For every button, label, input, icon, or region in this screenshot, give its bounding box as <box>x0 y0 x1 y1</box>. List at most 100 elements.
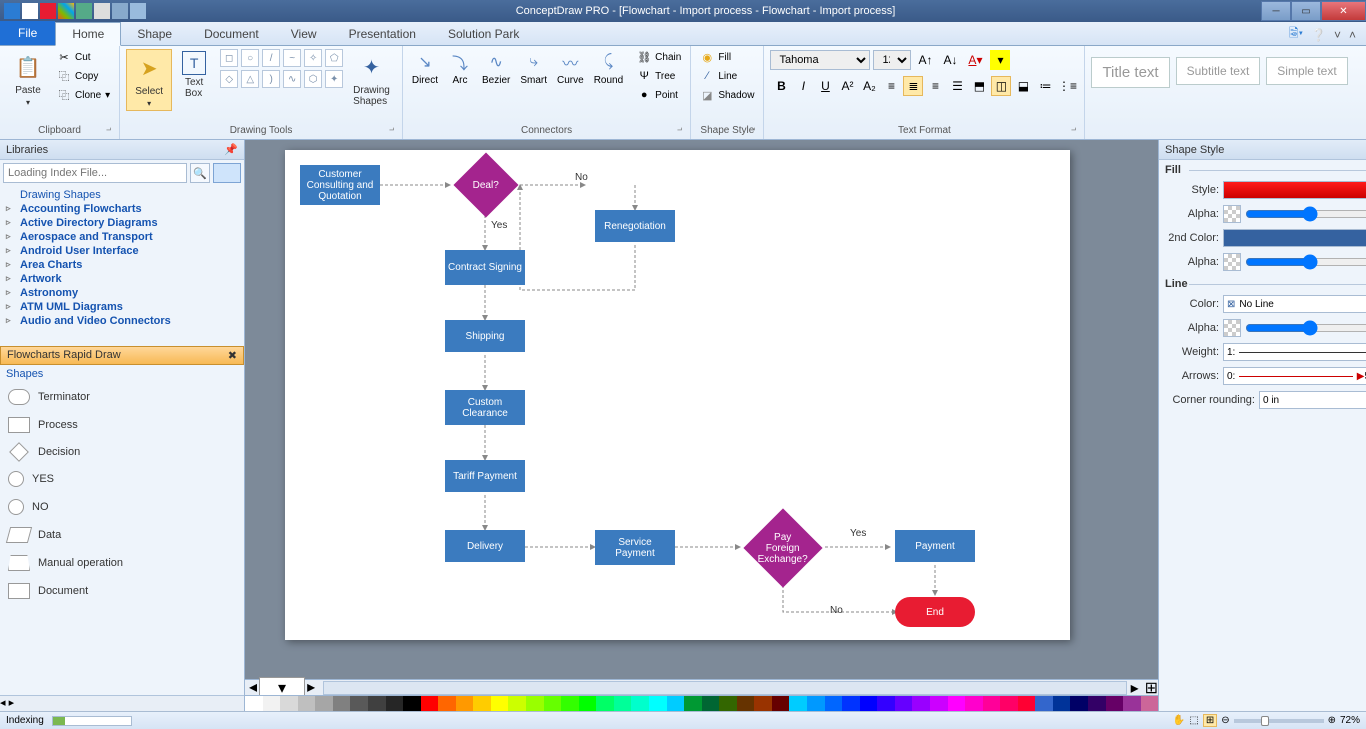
color-bar[interactable] <box>245 695 1158 711</box>
color-swatch[interactable] <box>561 696 579 711</box>
connector-tree[interactable]: ΨTree <box>634 68 684 84</box>
color-swatch[interactable] <box>895 696 913 711</box>
underline-button[interactable]: U <box>815 76 835 96</box>
simple-placeholder[interactable]: Simple text <box>1266 57 1347 85</box>
color-swatch[interactable] <box>948 696 966 711</box>
color-swatch[interactable] <box>737 696 755 711</box>
shape-tool-grid[interactable]: ◻○/~✧⬠ ◇△)∿⬡✦ <box>220 49 343 88</box>
help-icon[interactable]: ❔ <box>1311 28 1326 42</box>
node-clearance[interactable]: Custom Clearance <box>445 390 525 425</box>
font-family-select[interactable]: Tahoma <box>770 50 870 70</box>
bold-button[interactable]: B <box>771 76 791 96</box>
node-end[interactable]: End <box>895 597 975 627</box>
shape-document[interactable]: Document <box>0 577 244 605</box>
color-swatch[interactable] <box>1106 696 1124 711</box>
search-button[interactable]: 🔍 <box>190 163 210 183</box>
maximize-button[interactable]: ▭ <box>1291 1 1321 21</box>
subtitle-placeholder[interactable]: Subtitle text <box>1176 57 1261 85</box>
align-justify-button[interactable]: ☰ <box>947 76 967 96</box>
align-left-button[interactable]: ≡ <box>881 76 901 96</box>
snap-tool-icon[interactable]: ⊞ <box>1203 714 1217 727</box>
decrease-font-icon[interactable]: A↓ <box>940 50 960 70</box>
color-swatch[interactable] <box>877 696 895 711</box>
color-swatch[interactable] <box>456 696 474 711</box>
color-swatch[interactable] <box>491 696 509 711</box>
color-swatch[interactable] <box>825 696 843 711</box>
connector-curve[interactable]: 〰Curve <box>554 49 587 87</box>
color-swatch[interactable] <box>245 696 263 711</box>
color-swatch[interactable] <box>298 696 316 711</box>
align-right-button[interactable]: ≡ <box>925 76 945 96</box>
node-service[interactable]: Service Payment <box>595 530 675 565</box>
color-swatch[interactable] <box>965 696 983 711</box>
horizontal-scrollbar[interactable]: ◂▾▸ ▸⊞ <box>245 679 1158 695</box>
align-center-button[interactable]: ≣ <box>903 76 923 96</box>
valign-top-button[interactable]: ⬒ <box>969 76 989 96</box>
textbox-tool[interactable]: TText Box <box>176 49 212 101</box>
shadow-button[interactable]: ◪Shadow <box>697 87 757 103</box>
node-contract[interactable]: Contract Signing <box>445 250 525 285</box>
italic-button[interactable]: I <box>793 76 813 96</box>
color-swatch[interactable] <box>702 696 720 711</box>
tab-document[interactable]: Document <box>188 23 275 45</box>
color-swatch[interactable] <box>912 696 930 711</box>
color-swatch[interactable] <box>754 696 772 711</box>
tab-shape[interactable]: Shape <box>121 23 188 45</box>
tab-solutionpark[interactable]: Solution Park <box>432 23 535 45</box>
title-placeholder[interactable]: Title text <box>1091 57 1169 88</box>
node-consulting[interactable]: Customer Consulting and Quotation <box>300 165 380 205</box>
color-swatch[interactable] <box>263 696 281 711</box>
tab-presentation[interactable]: Presentation <box>333 23 432 45</box>
line-arrows[interactable]: 0:▶5 <box>1223 367 1366 385</box>
valign-mid-button[interactable]: ◫ <box>991 76 1011 96</box>
select-tool-icon[interactable]: ⬚ <box>1189 715 1198 726</box>
color-swatch[interactable] <box>350 696 368 711</box>
font-size-select[interactable]: 12 <box>873 50 911 70</box>
color-swatch[interactable] <box>772 696 790 711</box>
tab-home[interactable]: Home <box>55 22 121 46</box>
bullet-list-button[interactable]: ≔ <box>1035 76 1055 96</box>
fill-style-swatch[interactable] <box>1223 181 1366 199</box>
shape-yes[interactable]: YES <box>0 465 244 493</box>
color-swatch[interactable] <box>1018 696 1036 711</box>
connector-direct[interactable]: ↘Direct <box>409 49 441 87</box>
color-swatch[interactable] <box>614 696 632 711</box>
color-swatch[interactable] <box>403 696 421 711</box>
fill-color2-swatch[interactable] <box>1223 229 1366 247</box>
number-list-button[interactable]: ⋮≡ <box>1057 76 1077 96</box>
shape-manual[interactable]: Manual operation <box>0 549 244 577</box>
node-shipping[interactable]: Shipping <box>445 320 525 352</box>
superscript-button[interactable]: A² <box>837 76 857 96</box>
hand-tool-icon[interactable]: ✋ <box>1173 715 1185 726</box>
color-swatch[interactable] <box>1035 696 1053 711</box>
color-swatch[interactable] <box>1053 696 1071 711</box>
library-search-input[interactable] <box>3 163 187 183</box>
color-swatch[interactable] <box>649 696 667 711</box>
pin-icon[interactable]: 📌 <box>224 143 238 156</box>
fill-alpha-slider[interactable] <box>1245 206 1366 222</box>
collapse-ribbon-icon[interactable]: ˅ <box>1334 28 1341 42</box>
color-swatch[interactable] <box>983 696 1001 711</box>
color-swatch[interactable] <box>1000 696 1018 711</box>
canvas[interactable]: Customer Consulting and Quotation Deal? … <box>245 140 1158 679</box>
color-swatch[interactable] <box>544 696 562 711</box>
color-swatch[interactable] <box>667 696 685 711</box>
zoom-percent[interactable]: 72% <box>1340 715 1360 726</box>
color-swatch[interactable] <box>1070 696 1088 711</box>
tab-view[interactable]: View <box>275 23 333 45</box>
shape-decision[interactable]: Decision <box>0 439 244 465</box>
color-swatch[interactable] <box>631 696 649 711</box>
connector-bezier[interactable]: ∿Bezier <box>479 49 513 87</box>
library-tree[interactable]: Drawing Shapes Accounting Flowcharts Act… <box>0 186 244 346</box>
shape-terminator[interactable]: Terminator <box>0 383 244 411</box>
copy-button[interactable]: ⿻Copy <box>54 68 113 84</box>
color-swatch[interactable] <box>421 696 439 711</box>
color-swatch[interactable] <box>1088 696 1106 711</box>
zoom-slider[interactable] <box>1234 719 1324 723</box>
shape-list[interactable]: Terminator Process Decision YES NO Data … <box>0 383 244 695</box>
subscript-button[interactable]: A₂ <box>859 76 879 96</box>
page[interactable]: Customer Consulting and Quotation Deal? … <box>285 150 1070 640</box>
color-swatch[interactable] <box>1141 696 1159 711</box>
color-swatch[interactable] <box>280 696 298 711</box>
node-delivery[interactable]: Delivery <box>445 530 525 562</box>
